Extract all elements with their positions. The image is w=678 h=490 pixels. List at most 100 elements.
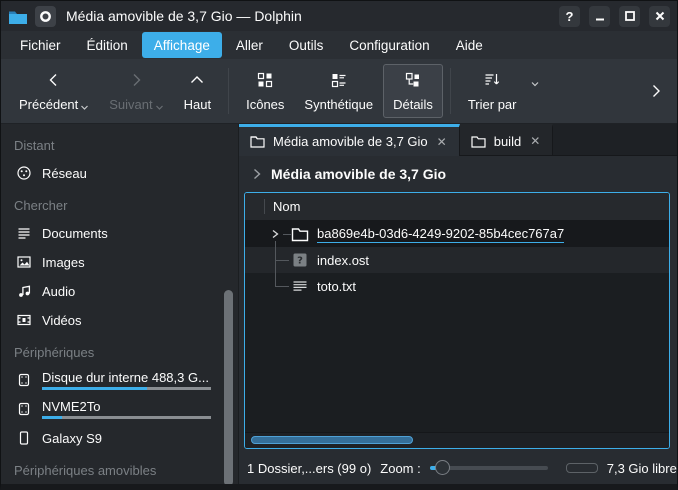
audio-icon xyxy=(16,283,32,299)
icons-view-label: Icônes xyxy=(246,97,284,112)
compact-view-button[interactable]: Synthétique xyxy=(294,64,383,118)
menu-configuration[interactable]: Configuration xyxy=(337,32,441,58)
sort-by-button[interactable]: Trier par xyxy=(458,64,527,118)
toolbar-overflow-button[interactable] xyxy=(643,77,669,105)
sidebar-item-label: Réseau xyxy=(42,166,211,181)
sidebar-item-label: Vidéos xyxy=(42,313,211,328)
disk-usage-bar xyxy=(42,416,211,419)
sidebar-scrollbar[interactable] xyxy=(224,290,233,484)
section-header-peripheriques-amovibles: Périphériques amovibles xyxy=(1,453,238,483)
tree-branch-line xyxy=(275,260,289,261)
horizontal-scrollbar-thumb[interactable] xyxy=(251,436,413,444)
compact-view-label: Synthétique xyxy=(304,97,373,112)
chevron-left-icon xyxy=(46,70,62,90)
text-file-icon xyxy=(291,277,309,295)
items-summary: 1 Dossier,...ers (99 o) xyxy=(247,461,371,476)
sidebar-item-documents[interactable]: Documents xyxy=(12,219,214,247)
chevron-right-icon xyxy=(649,83,663,99)
chevron-right-icon xyxy=(252,168,262,180)
tree-branch-line xyxy=(275,286,289,287)
content: Distant Réseau Chercher Documents Images xyxy=(1,124,677,484)
menubar: Fichier Édition Affichage Aller Outils C… xyxy=(1,31,677,59)
titlebar: Média amovible de 3,7 Gio — Dolphin ? xyxy=(1,1,677,31)
statusbar: 1 Dossier,...ers (99 o) Zoom : 7,3 Gio l… xyxy=(239,452,677,484)
view-empty-area[interactable] xyxy=(245,299,669,432)
sidebar-item-nvme2to[interactable]: NVME2To xyxy=(12,395,214,423)
sidebar-item-audio[interactable]: Audio xyxy=(12,277,214,305)
details-view-button[interactable]: Détails xyxy=(383,64,443,118)
tree-branch-line xyxy=(275,241,276,286)
tab-title: Média amovible de 3,7 Gio xyxy=(273,134,428,149)
zoom-slider[interactable] xyxy=(430,459,548,477)
folder-icon xyxy=(291,225,309,243)
sidebar-item-label: Audio xyxy=(42,284,211,299)
image-icon xyxy=(16,254,32,270)
menu-edition[interactable]: Édition xyxy=(75,32,140,58)
tab-media-amovible[interactable]: Média amovible de 3,7 Gio ✕ xyxy=(239,124,460,156)
icons-view-icon xyxy=(256,70,274,90)
tab-title: build xyxy=(494,134,521,149)
section-header-chercher: Chercher xyxy=(1,188,238,218)
svg-text:?: ? xyxy=(297,256,303,267)
toolbar-separator xyxy=(450,68,451,114)
sidebar-item-disque-dur[interactable]: Disque dur interne 488,3 G... xyxy=(12,366,214,394)
tab-build[interactable]: build ✕ xyxy=(460,124,554,155)
zoom-slider-handle[interactable] xyxy=(435,460,450,475)
file-row-toto-txt[interactable]: toto.txt xyxy=(245,273,669,299)
menu-affichage[interactable]: Affichage xyxy=(142,32,222,58)
sidebar-item-galaxy-s9[interactable]: Galaxy S9 xyxy=(12,424,214,452)
disk-usage-bar xyxy=(42,387,211,390)
details-view-icon xyxy=(404,70,422,90)
sort-caret-down-icon[interactable] xyxy=(530,79,540,89)
forward-label: Suivant xyxy=(109,97,152,112)
file-row-folder[interactable]: ba869e4b-03d6-4249-9202-85b4cec767a7 xyxy=(245,221,669,247)
up-button[interactable]: Haut xyxy=(174,64,221,118)
column-header-nom[interactable]: Nom xyxy=(265,199,300,214)
sort-by-label: Trier par xyxy=(468,97,517,112)
horizontal-scrollbar[interactable] xyxy=(245,432,669,448)
sidebar-item-label: NVME2To xyxy=(42,399,211,414)
file-name[interactable]: toto.txt xyxy=(317,279,356,294)
back-label: Précédent xyxy=(19,97,78,112)
sidebar-item-images[interactable]: Images xyxy=(12,248,214,276)
expander-chevron-icon[interactable] xyxy=(267,226,283,242)
folder-icon xyxy=(250,135,265,148)
unknown-file-icon: ? xyxy=(291,251,309,269)
file-row-index-ost[interactable]: ? index.ost xyxy=(245,247,669,273)
minimize-button[interactable] xyxy=(589,6,610,27)
folder-icon xyxy=(471,135,486,148)
sidebar-item-videos[interactable]: Vidéos xyxy=(12,306,214,334)
phone-icon xyxy=(16,430,32,446)
chevron-up-icon xyxy=(189,70,205,90)
capacity-bar xyxy=(566,463,598,473)
help-button[interactable]: ? xyxy=(559,6,580,27)
details-view-label: Détails xyxy=(393,97,433,112)
back-button[interactable]: Précédent xyxy=(9,64,99,118)
tab-close-icon[interactable]: ✕ xyxy=(529,134,541,148)
maximize-button[interactable] xyxy=(619,6,640,27)
file-name[interactable]: index.ost xyxy=(317,253,369,268)
forward-button[interactable]: Suivant xyxy=(99,64,173,118)
breadcrumb-location[interactable]: Média amovible de 3,7 Gio xyxy=(271,166,446,182)
network-icon xyxy=(16,165,32,181)
sidebar-item-reseau[interactable]: Réseau xyxy=(12,159,214,187)
menu-aide[interactable]: Aide xyxy=(444,32,495,58)
compact-view-icon xyxy=(330,70,348,90)
menu-outils[interactable]: Outils xyxy=(277,32,336,58)
section-header-distant: Distant xyxy=(1,128,238,158)
caret-down-icon xyxy=(155,103,164,112)
file-name[interactable]: ba869e4b-03d6-4249-9202-85b4cec767a7 xyxy=(317,226,564,243)
harddrive-icon xyxy=(16,401,32,417)
tab-close-icon[interactable]: ✕ xyxy=(436,135,448,149)
sidebar-item-label: Documents xyxy=(42,226,211,241)
document-icon xyxy=(16,225,32,241)
icons-view-button[interactable]: Icônes xyxy=(236,64,294,118)
breadcrumb: Média amovible de 3,7 Gio xyxy=(239,156,677,192)
window-menu-button[interactable] xyxy=(35,6,56,27)
app-folder-icon xyxy=(8,8,28,25)
caret-down-icon xyxy=(80,103,89,112)
sort-icon xyxy=(483,70,501,90)
menu-aller[interactable]: Aller xyxy=(224,32,275,58)
close-button[interactable] xyxy=(649,6,670,27)
menu-fichier[interactable]: Fichier xyxy=(8,32,73,58)
